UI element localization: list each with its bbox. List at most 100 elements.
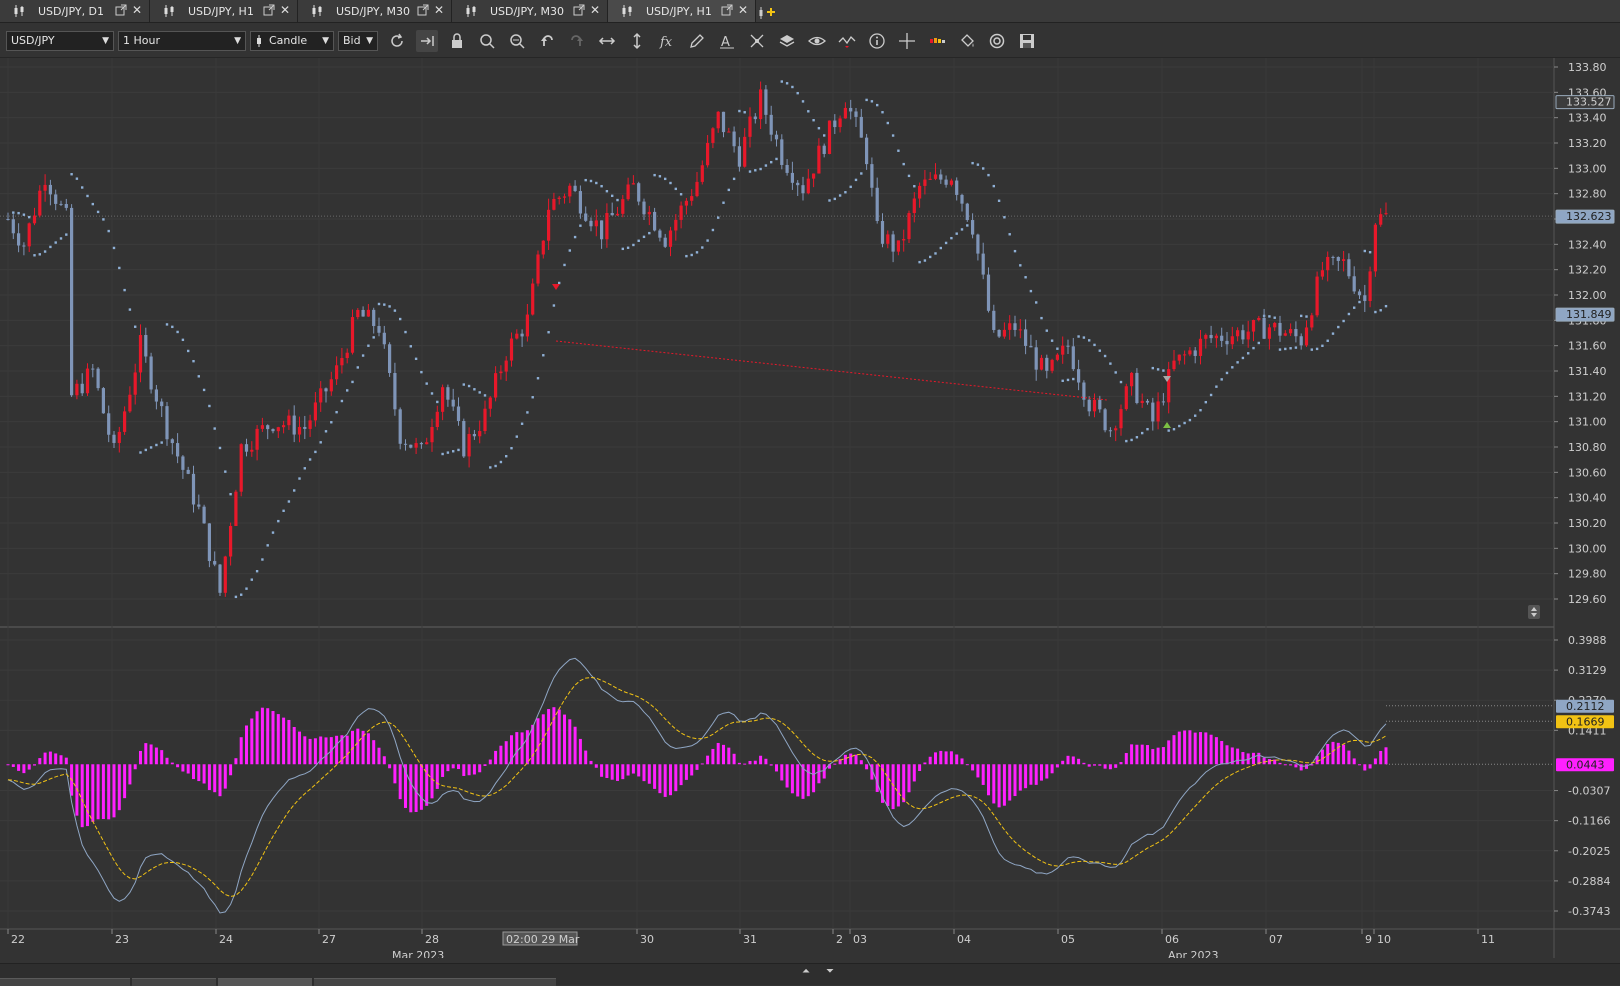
candle-body [933,174,938,179]
macd-histogram-bar [43,752,47,765]
sar-dot [149,446,153,449]
candle-body [668,230,673,247]
oscillator-panel[interactable] [0,628,1554,928]
close-icon[interactable]: ✕ [279,3,291,17]
macd-histogram-bar [716,742,720,765]
month-label: Mar 2023 [392,949,444,958]
macd-histogram-bar [335,735,339,765]
sar-dot [510,447,513,450]
candle-body [403,443,408,445]
sar-dot [261,558,264,561]
tab-usdjpy-h1[interactable]: USD/JPY, H1 ✕ [150,0,298,22]
sar-dot [1278,348,1282,351]
close-icon[interactable]: ✕ [433,3,445,17]
sar-dot [764,164,768,167]
volume-bars-button[interactable] [926,30,948,52]
candle-body [112,434,116,443]
tab-usdjpy-m30[interactable]: USD/JPY, M30 ✕ [298,0,452,22]
sar-dot [383,303,386,306]
indicators-button[interactable]: fx [656,30,678,52]
info-button[interactable] [866,30,888,52]
undock-icon[interactable] [721,4,733,16]
candle-body [250,449,254,452]
sar-dot [102,218,105,221]
vertical-scroll-handle[interactable] [1528,605,1540,619]
chart-type-select[interactable]: Candle ▼ [250,31,334,51]
sar-dot [75,177,79,180]
close-icon[interactable]: ✕ [589,3,601,17]
candle-body [382,332,386,345]
instrument-select[interactable]: USD/JPY ▼ [6,31,114,51]
candle-body [1331,256,1335,258]
refresh-button[interactable] [386,30,408,52]
price-side-select[interactable]: Bid ▼ [338,31,378,51]
candle-body [928,178,932,180]
sar-dot [128,308,132,311]
tab-usdjpy-d1[interactable]: USD/JPY, D1 ✕ [0,0,150,22]
tab-usdjpy-m30-2[interactable]: USD/JPY, M30 ✕ [452,0,608,22]
candle-body [366,309,370,317]
horizontal-scale-button[interactable] [596,30,618,52]
draw-button[interactable] [686,30,708,52]
day-label: 2 [836,933,843,946]
collapse-down-icon[interactable]: ⏷ [826,966,834,977]
save-button[interactable] [1016,30,1038,52]
lock-button[interactable] [446,30,468,52]
macd-histogram-bar [578,738,582,765]
sar-dot [187,349,190,353]
visibility-button[interactable] [806,30,828,52]
close-icon[interactable]: ✕ [737,3,749,17]
sar-dot [457,448,460,452]
add-chart-icon[interactable] [758,1,778,21]
close-icon[interactable]: ✕ [131,3,143,17]
undock-icon[interactable] [115,4,127,16]
macd-histogram-bar [1077,758,1081,765]
sar-dot [234,595,238,599]
price-tick-label: 132.20 [1568,264,1607,277]
sar-dot [1194,414,1197,417]
macd-histogram-bar [441,764,445,777]
sar-dot [49,245,52,249]
layers-button[interactable] [776,30,798,52]
sar-dot [955,232,958,235]
sar-dot [1215,385,1218,388]
redo-button[interactable] [566,30,588,52]
day-label: 23 [115,933,129,946]
chart-canvas[interactable]: 133.80133.60133.40133.20133.00132.80132.… [0,58,1620,958]
zoom-in-button[interactable] [476,30,498,52]
crosshair-button[interactable] [896,30,918,52]
template-button[interactable] [986,30,1008,52]
sar-dot [929,255,932,259]
sar-dot [277,519,280,523]
zoom-out-button[interactable] [506,30,528,52]
undock-icon[interactable] [573,4,585,16]
macd-histogram-bar [785,764,789,788]
chart-area[interactable]: 133.80 133.60 133.40 133.20 133.00 132.80 132.… [0,58,1620,958]
candle-body [11,219,15,234]
color-theme-button[interactable] [956,30,978,52]
sar-dot [1082,336,1086,339]
period-select[interactable]: 1 Hour ▼ [118,31,246,51]
undo-button[interactable] [536,30,558,52]
vertical-scale-button[interactable] [626,30,648,52]
bottom-tab[interactable] [0,978,130,986]
sar-dot [966,224,969,227]
undock-icon[interactable] [263,4,275,16]
text-button[interactable]: A [716,30,738,52]
candle-body [17,233,21,246]
candle-body [409,444,413,448]
bottom-tab[interactable] [218,978,312,986]
undock-icon[interactable] [417,4,429,16]
autoshift-button[interactable] [416,30,438,52]
candle-body [780,139,784,165]
patterns-button[interactable] [746,30,768,52]
tab-usdjpy-h1-active[interactable]: USD/JPY, H1 ✕ [608,0,756,22]
bottom-tab[interactable] [132,978,216,986]
oscillator-button[interactable] [836,30,858,52]
macd-histogram-bar [33,764,36,766]
macd-histogram-bar [610,764,614,780]
bottom-tab[interactable] [314,978,556,986]
candle-body [1267,327,1271,339]
expand-up-icon[interactable]: ⏶ [802,966,810,977]
macd-histogram-bar [324,737,328,765]
